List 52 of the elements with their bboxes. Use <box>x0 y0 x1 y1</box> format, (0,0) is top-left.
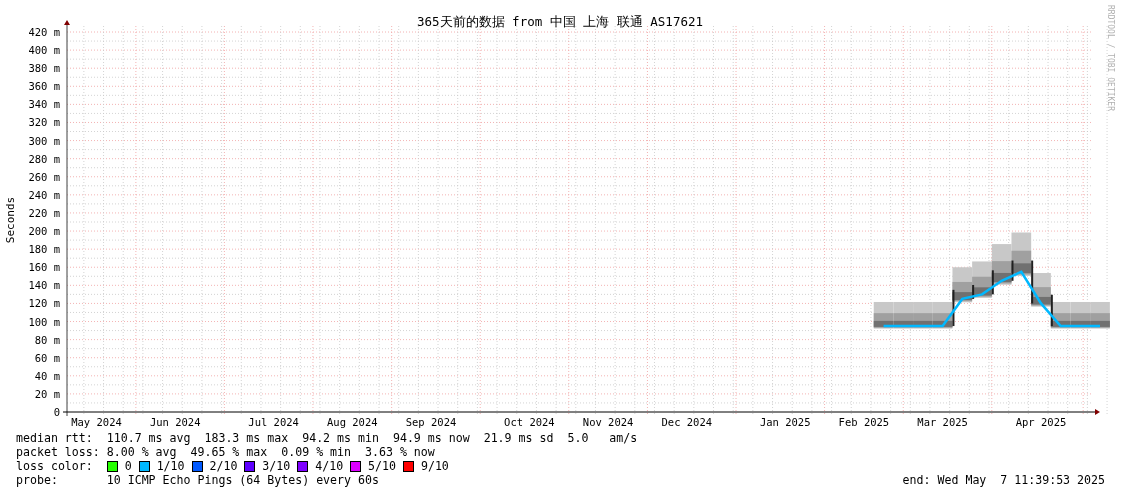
legend-label: median rtt: <box>16 431 94 445</box>
y-tick-label: 200 m <box>28 225 60 238</box>
swatch-label: 1/10 <box>156 459 185 473</box>
x-tick-label: Dec 2024 <box>661 416 713 428</box>
stats-text: 110.7 ms avg 183.3 ms max 94.2 ms min 94.9 ms now 21.9 ms sd 5.0 am/s <box>106 431 638 445</box>
x-tick-label: Mar 2025 <box>917 416 968 428</box>
y-tick-label: 260 m <box>28 170 60 183</box>
y-tick-label: 20 m <box>34 387 60 400</box>
y-tick-label: 420 m <box>28 26 60 38</box>
y-tick-label: 220 m <box>28 206 60 219</box>
swatch-label: 9/10 <box>420 459 449 473</box>
x-tick-label: Sep 2024 <box>405 416 457 428</box>
y-tick-label: 300 m <box>28 134 60 147</box>
y-tick-label: 360 m <box>28 80 60 93</box>
y-tick-label: 80 m <box>34 333 60 346</box>
y-tick-label: 140 m <box>28 279 60 292</box>
swatch-label: 3/10 <box>262 459 291 473</box>
stats-text: 8.00 % avg 49.65 % max 0.09 % min 3.63 % now <box>106 445 435 459</box>
y-tick-label: 0 <box>53 406 60 418</box>
y-tick-label: 100 m <box>28 315 60 328</box>
swatch-label: 4/10 <box>315 459 344 473</box>
y-tick-label: 280 m <box>28 152 60 165</box>
x-tick-label: Feb 2025 <box>838 416 890 428</box>
y-tick-label: 240 m <box>28 188 60 201</box>
y-tick-label: 60 m <box>34 351 60 364</box>
chart-title: 365天前的数据 from 中国 上海 联通 AS17621 <box>417 14 703 29</box>
y-tick-label: 380 m <box>28 62 60 75</box>
probe-text: 10 ICMP Echo Pings (64 Bytes) every 60s <box>106 473 379 487</box>
swatch-label: 5/10 <box>368 459 396 473</box>
x-tick-label: Apr 2025 <box>1015 416 1067 428</box>
credit-text: RRDTOOL / TOBI OETIKER <box>1106 5 1115 111</box>
legend-label: packet loss: <box>16 445 101 459</box>
end-time: end: Wed May 7 11:39:53 2025 <box>902 473 1105 487</box>
legend-label: probe: <box>16 473 59 487</box>
x-tick-label: Jul 2024 <box>248 416 299 428</box>
y-tick-label: 160 m <box>28 261 60 274</box>
y-tick-label: 320 m <box>28 116 60 129</box>
legend-label: loss color: <box>16 459 94 473</box>
y-tick-label: 120 m <box>28 297 60 310</box>
y-tick-label: 340 m <box>28 98 60 111</box>
swatch-label: 0 <box>124 459 132 473</box>
x-tick-label: Jun 2024 <box>149 416 201 428</box>
y-tick-label: 400 m <box>28 44 60 57</box>
x-tick-label: May 2024 <box>71 416 122 428</box>
swatch-label: 2/10 <box>209 459 238 473</box>
x-tick-label: Jan 2025 <box>759 416 811 428</box>
x-tick-label: Nov 2024 <box>582 416 634 428</box>
y-tick-label: 40 m <box>34 369 60 382</box>
x-tick-label: Oct 2024 <box>504 416 555 428</box>
y-tick-label: 180 m <box>28 243 60 256</box>
x-tick-label: Aug 2024 <box>327 416 378 428</box>
axis-label: Seconds <box>4 196 17 244</box>
